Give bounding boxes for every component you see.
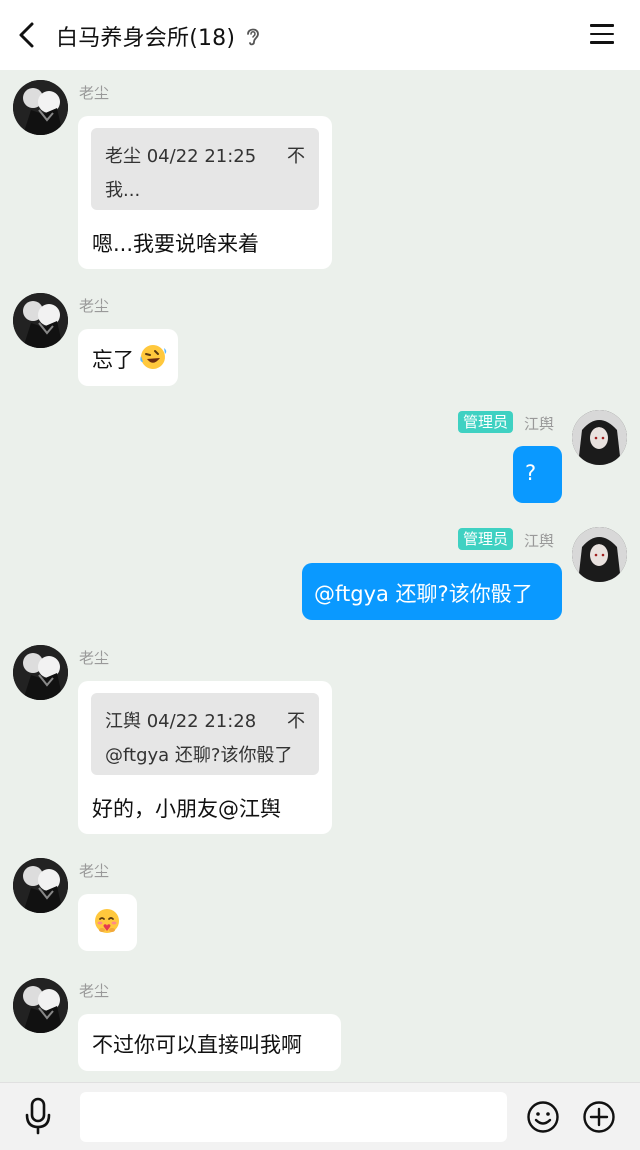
sender-name: 老尘: [79, 862, 110, 880]
avatar[interactable]: [572, 527, 627, 582]
sender-name: 老尘: [79, 297, 110, 315]
sender-name: 江舆: [524, 415, 555, 433]
avatar[interactable]: [13, 80, 68, 135]
message-input[interactable]: [80, 1092, 507, 1142]
quote-header: 江舆 04/22 21:28: [105, 711, 257, 732]
quoted-message[interactable]: 江舆 04/22 21:28 不 @ftgya 还聊?该你骰了: [91, 693, 319, 775]
message-text: 不过你可以直接叫我啊: [92, 1033, 302, 1057]
chevron-left-icon[interactable]: [14, 19, 42, 51]
smiley-face-icon[interactable]: [526, 1100, 560, 1134]
admin-badge: 管理员: [458, 528, 514, 550]
quote-body: 我...: [105, 180, 141, 201]
message-bubble[interactable]: ?: [513, 446, 562, 503]
message-bubble[interactable]: [78, 894, 137, 951]
laughing-tears-emoji: [140, 345, 167, 369]
sender-name: 老尘: [79, 84, 110, 102]
chat-title: 白马养身会所(18): [56, 26, 236, 51]
message-text: 忘了: [92, 348, 134, 372]
quote-body: @ftgya 还聊?该你骰了: [105, 745, 293, 766]
message-bubble[interactable]: 江舆 04/22 21:28 不 @ftgya 还聊?该你骰了 好的，小朋友@江…: [78, 681, 332, 834]
avatar[interactable]: [13, 645, 68, 700]
chat-header: 白马养身会所(18): [0, 0, 640, 70]
message-text: ?: [525, 461, 537, 485]
message-bubble[interactable]: 老尘 04/22 21:25 不 我... 嗯...我要说啥来着: [78, 116, 332, 269]
avatar[interactable]: [13, 293, 68, 348]
message-list[interactable]: 老尘 老尘 04/22 21:25 不 我... 嗯...我要说啥来着 老尘 忘…: [0, 70, 640, 1082]
face-holding-heart-emoji: [95, 909, 119, 933]
avatar[interactable]: [572, 410, 627, 465]
message-bubble[interactable]: 忘了: [78, 329, 178, 386]
message-text: 嗯...我要说啥来着: [92, 232, 260, 256]
sender-name: 老尘: [79, 649, 110, 667]
plus-circle-icon[interactable]: [582, 1100, 616, 1134]
quote-pin-label: 不: [287, 146, 305, 167]
hamburger-menu-icon[interactable]: [590, 24, 614, 46]
sender-name: 江舆: [524, 532, 555, 550]
ear-icon: [247, 28, 260, 46]
message-text: 好的，小朋友@江舆: [92, 797, 281, 821]
message-bubble[interactable]: 不过你可以直接叫我啊: [78, 1014, 341, 1071]
quoted-message[interactable]: 老尘 04/22 21:25 不 我...: [91, 128, 319, 210]
chat-title-group[interactable]: 白马养身会所(18): [56, 20, 263, 52]
quote-header: 老尘 04/22 21:25: [105, 146, 257, 167]
message-text: @ftgya 还聊?该你骰了: [314, 582, 533, 606]
message-bubble[interactable]: @ftgya 还聊?该你骰了: [302, 563, 562, 620]
avatar[interactable]: [13, 978, 68, 1033]
avatar[interactable]: [13, 858, 68, 913]
sender-name: 老尘: [79, 982, 110, 1000]
quote-pin-label: 不: [287, 711, 305, 732]
input-bar: [0, 1082, 640, 1150]
admin-badge: 管理员: [458, 411, 514, 433]
microphone-icon[interactable]: [22, 1097, 54, 1135]
